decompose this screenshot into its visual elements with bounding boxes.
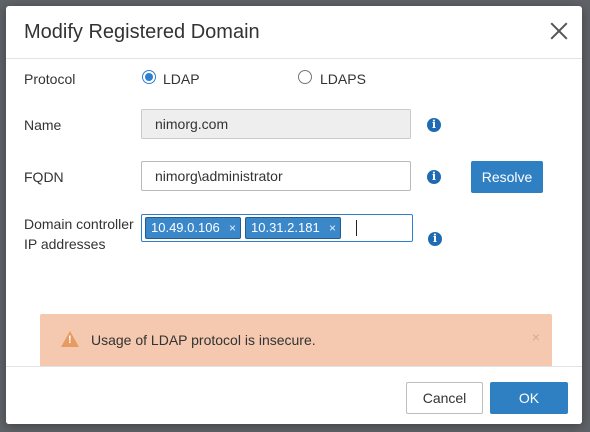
- ip-tag: 10.49.0.106 ×: [145, 217, 241, 239]
- dc-label: Domain controller IP addresses: [24, 216, 134, 252]
- fqdn-input[interactable]: nimorg\administrator: [141, 161, 411, 191]
- radio-ldaps[interactable]: [298, 70, 312, 84]
- info-icon[interactable]: i: [428, 232, 442, 246]
- ip-tag-text: 10.31.2.181: [251, 220, 320, 235]
- info-icon[interactable]: i: [427, 118, 441, 132]
- cancel-button[interactable]: Cancel: [406, 382, 483, 414]
- ip-tag: 10.31.2.181 ×: [245, 217, 341, 239]
- warning-text: Usage of LDAP protocol is insecure.: [91, 332, 316, 348]
- warning-icon: [61, 331, 79, 347]
- ip-tag-text: 10.49.0.106: [151, 220, 220, 235]
- radio-ldap[interactable]: [142, 70, 156, 84]
- name-label: Name: [24, 117, 62, 133]
- radio-ldaps-label[interactable]: LDAPS: [320, 71, 366, 87]
- remove-tag-icon[interactable]: ×: [329, 218, 336, 238]
- modify-domain-dialog: Modify Registered Domain Protocol LDAP L…: [6, 6, 582, 424]
- fqdn-label: FQDN: [24, 169, 64, 185]
- protocol-label: Protocol: [24, 71, 76, 87]
- radio-ldap-label[interactable]: LDAP: [163, 71, 200, 87]
- info-icon[interactable]: i: [427, 170, 441, 184]
- close-icon[interactable]: [548, 20, 570, 42]
- warning-banner: Usage of LDAP protocol is insecure. ×: [40, 314, 552, 366]
- remove-tag-icon[interactable]: ×: [229, 218, 236, 238]
- name-field: nimorg.com: [141, 109, 411, 139]
- ok-button[interactable]: OK: [490, 382, 568, 414]
- dialog-header: Modify Registered Domain: [6, 6, 582, 59]
- dialog-title: Modify Registered Domain: [24, 21, 260, 43]
- resolve-button[interactable]: Resolve: [471, 161, 543, 193]
- text-caret: [356, 220, 357, 236]
- warning-close-icon[interactable]: ×: [532, 329, 540, 345]
- dialog-footer: Cancel OK: [6, 366, 582, 424]
- dc-ip-input[interactable]: 10.49.0.106 × 10.31.2.181 ×: [141, 214, 413, 242]
